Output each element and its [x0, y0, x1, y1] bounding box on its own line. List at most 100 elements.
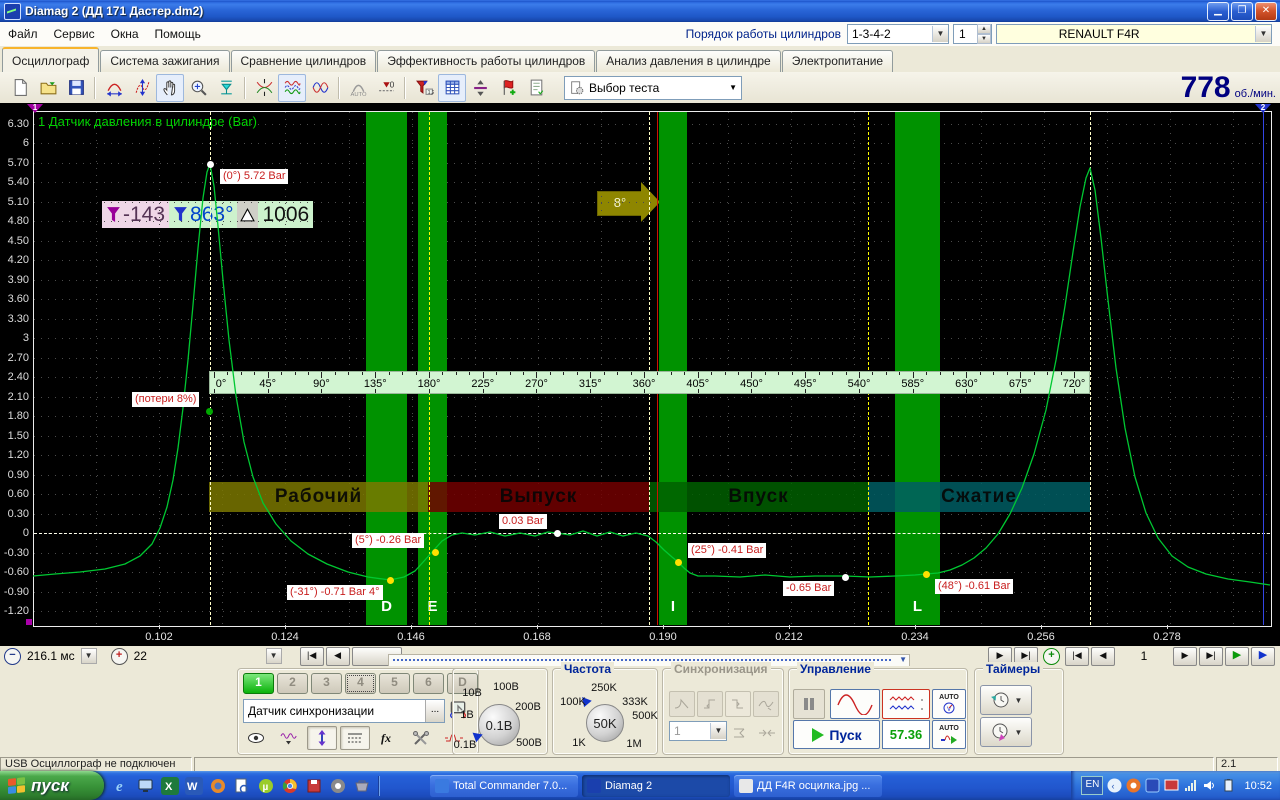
- sync-free-run-icon[interactable]: [753, 691, 779, 717]
- minimize-button[interactable]: ▁: [1207, 2, 1229, 21]
- oscilloscope-chart[interactable]: 1 Датчик давления в цилиндре (Bar) -143 …: [0, 103, 1280, 646]
- split-divider-icon[interactable]: [466, 74, 494, 102]
- tab-Система зажигания[interactable]: Система зажигания: [100, 50, 229, 72]
- channel-button-1[interactable]: 1: [243, 673, 274, 694]
- sync-rising-edge-icon[interactable]: [697, 691, 723, 717]
- sync-falling-edge-icon[interactable]: [725, 691, 751, 717]
- menu-item-Сервис[interactable]: Сервис: [46, 25, 103, 43]
- show-desktop-icon[interactable]: [137, 777, 155, 795]
- sync-slope-icon[interactable]: [669, 691, 695, 717]
- open-file-icon[interactable]: [34, 74, 62, 102]
- viewer-icon[interactable]: [233, 777, 251, 795]
- cursor-line[interactable]: [868, 112, 869, 625]
- firing-order-select[interactable]: 1-3-4-2▼: [847, 24, 949, 44]
- history-back-tray-icon[interactable]: ‹: [1107, 778, 1122, 793]
- new-file-icon[interactable]: [6, 74, 34, 102]
- volume-tray-icon[interactable]: [1202, 778, 1217, 793]
- autoscale-updown-icon[interactable]: [307, 726, 337, 750]
- marker-width-icon[interactable]: [212, 74, 240, 102]
- go-prev-button[interactable]: ◀: [326, 647, 350, 666]
- zoom-out-button[interactable]: −: [4, 648, 21, 665]
- auto-scale-icon[interactable]: AUTO: [344, 74, 372, 102]
- overlay-compress-icon[interactable]: [250, 74, 278, 102]
- task-button-total-commander[interactable]: Total Commander 7.0...: [430, 775, 578, 797]
- go-first-button[interactable]: |◀: [300, 647, 324, 666]
- cursor-line[interactable]: [657, 112, 658, 625]
- single-sweep-button[interactable]: [830, 689, 880, 719]
- points-select[interactable]: 22▼: [132, 648, 282, 664]
- excel-icon[interactable]: X: [161, 777, 179, 795]
- nav-button[interactable]: ◀: [1091, 647, 1115, 666]
- save-file-icon[interactable]: [62, 74, 90, 102]
- task-button-image-file[interactable]: ДД F4R осцилка.jpg ...: [734, 775, 882, 797]
- channel-button-2[interactable]: 2: [277, 673, 308, 694]
- hand-pan-icon[interactable]: [156, 74, 184, 102]
- frequency-knob[interactable]: 50K: [586, 704, 624, 742]
- degree-ruler[interactable]: 0°45°90°135°180°225°270°315°360°405°450°…: [209, 371, 1090, 394]
- utorrent-icon[interactable]: µ: [257, 777, 275, 795]
- tab-Сравнение цилиндров[interactable]: Сравнение цилиндров: [231, 50, 377, 72]
- zoom-icon[interactable]: [184, 74, 212, 102]
- language-indicator[interactable]: EN: [1081, 776, 1103, 795]
- stretch-vertical-icon[interactable]: [128, 74, 156, 102]
- zoom-in-button[interactable]: +: [111, 648, 128, 665]
- cursor-line[interactable]: [649, 112, 650, 625]
- sync-collapse-icon[interactable]: [755, 721, 779, 745]
- cursor-line[interactable]: [1090, 112, 1091, 625]
- menu-item-Помощь[interactable]: Помощь: [147, 25, 209, 43]
- add-flag-icon[interactable]: [494, 74, 522, 102]
- multi-waveform-button[interactable]: [882, 689, 930, 719]
- formula-fx-icon[interactable]: fx: [373, 726, 403, 750]
- sync-source-field[interactable]: Датчик синхронизации ...: [243, 699, 445, 723]
- tools-icon[interactable]: [406, 726, 436, 750]
- cursor-line[interactable]: [429, 112, 430, 625]
- tab-Осциллограф[interactable]: Осциллограф: [2, 47, 99, 72]
- chevron-down-icon[interactable]: ▼: [1255, 26, 1271, 42]
- channel-button-3[interactable]: 3: [311, 673, 342, 694]
- picasa-icon[interactable]: [329, 777, 347, 795]
- save-icon[interactable]: [305, 777, 323, 795]
- zero-lines-icon[interactable]: [340, 726, 370, 750]
- tab-Эффективность работы цилиндров[interactable]: Эффективность работы цилиндров: [377, 50, 595, 72]
- overlay-waves-icon[interactable]: [278, 74, 306, 102]
- vehicle-select[interactable]: RENAULT F4R▼: [996, 24, 1272, 44]
- cylinder-spinner[interactable]: 1 ▲▼: [953, 24, 992, 44]
- report-icon[interactable]: [522, 74, 550, 102]
- pause-button[interactable]: [793, 689, 825, 719]
- voltage-knob[interactable]: 0.1В: [478, 704, 520, 746]
- overlay-sines-icon[interactable]: [306, 74, 334, 102]
- timer-2-button[interactable]: ▼: [980, 717, 1032, 747]
- cursor-line[interactable]: [1263, 112, 1264, 625]
- cursor-line[interactable]: [210, 112, 211, 625]
- browse-button[interactable]: ...: [425, 700, 444, 722]
- channel-button-4[interactable]: 4: [345, 673, 376, 694]
- stretch-horizontal-icon[interactable]: [100, 74, 128, 102]
- start-button[interactable]: пуск: [0, 771, 104, 800]
- auto-run-button[interactable]: AUTO: [932, 720, 966, 749]
- chevron-down-icon[interactable]: ▼: [932, 26, 948, 42]
- menu-item-Файл[interactable]: Файл: [0, 25, 46, 43]
- auto-voltage-button[interactable]: AUTO V: [932, 689, 966, 719]
- filter-channels-icon[interactable]: 1,2: [410, 74, 438, 102]
- zoom-reset-button[interactable]: +: [1043, 648, 1060, 665]
- task-button-diamag[interactable]: Diamag 2: [582, 775, 730, 797]
- visibility-eye-icon[interactable]: [241, 726, 271, 750]
- display-tray-icon[interactable]: [1164, 778, 1179, 793]
- avast-tray-icon[interactable]: [1126, 778, 1141, 793]
- timer-1-button[interactable]: ▼: [980, 685, 1032, 715]
- nav-button[interactable]: ▶: [1173, 647, 1197, 666]
- sync-window-icon[interactable]: [729, 721, 753, 745]
- card-reader-icon[interactable]: [353, 777, 371, 795]
- time-scale-select[interactable]: 216.1 мс▼: [25, 648, 97, 664]
- nav-button[interactable]: ▶|: [1199, 647, 1223, 666]
- channel-button-6[interactable]: 6: [413, 673, 444, 694]
- channel-button-5[interactable]: 5: [379, 673, 410, 694]
- noise-wave-icon[interactable]: [274, 726, 304, 750]
- tab-Электропитание[interactable]: Электропитание: [782, 50, 893, 72]
- internet-explorer-icon[interactable]: e: [113, 777, 131, 795]
- vnc-tray-icon[interactable]: [1145, 778, 1160, 793]
- zero-level-icon[interactable]: 0: [372, 74, 400, 102]
- nav-button[interactable]: ▶: [1225, 647, 1249, 666]
- firefox-icon[interactable]: [209, 777, 227, 795]
- nav-button[interactable]: ▶: [1251, 647, 1275, 666]
